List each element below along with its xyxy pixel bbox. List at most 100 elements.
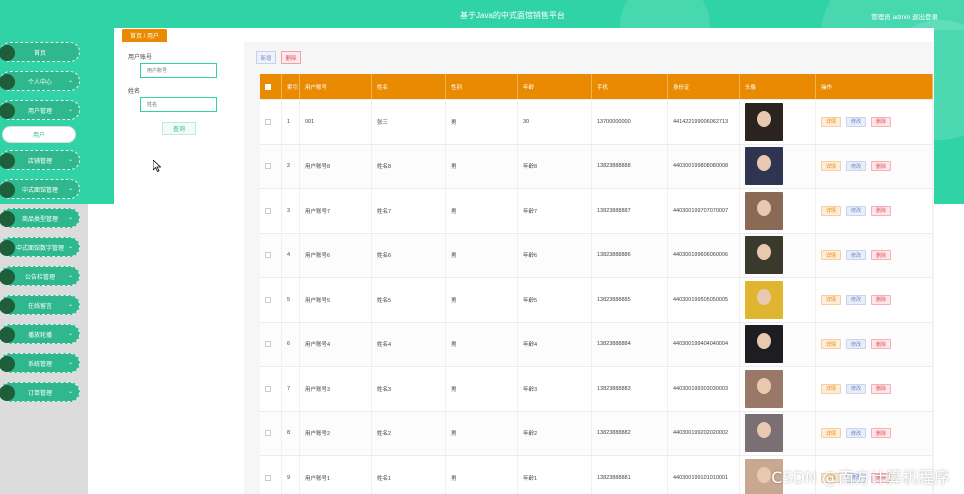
header-cell-select: [260, 74, 282, 99]
select-all-checkbox[interactable]: [265, 83, 271, 90]
row-checkbox[interactable]: [265, 385, 271, 392]
menu-bullet-icon: [0, 298, 15, 314]
delete-button[interactable]: 删除: [871, 294, 892, 305]
add-button[interactable]: 新增: [256, 51, 276, 64]
actions-cell: 详情 修改 删除: [816, 322, 933, 366]
detail-button[interactable]: 详情: [821, 116, 842, 127]
column-header[interactable]: 操作: [816, 74, 933, 99]
row-select-cell: [260, 189, 282, 233]
edit-button[interactable]: 修改: [846, 428, 867, 439]
avatar: [745, 369, 783, 408]
name-label: 姓名: [128, 89, 141, 95]
edit-button[interactable]: 修改: [846, 205, 867, 216]
avatar-cell: [740, 367, 816, 411]
column-header[interactable]: 头像: [740, 74, 816, 99]
batch-delete-button[interactable]: 删除: [281, 51, 301, 64]
sidebar-item-3[interactable]: 用户: [2, 126, 76, 143]
header-decoration: [620, 0, 710, 30]
delete-button[interactable]: 删除: [871, 161, 892, 172]
actions-cell: 详情 修改 删除: [816, 367, 933, 411]
cell-index: 6: [282, 322, 300, 366]
sidebar-item-8[interactable]: 公告栏管理 ⌄: [0, 266, 80, 286]
cell-name: 张三: [372, 100, 446, 144]
chevron-down-icon: ⌄: [67, 244, 73, 250]
cell-name: 姓名1: [372, 456, 446, 494]
delete-button[interactable]: 删除: [871, 116, 892, 127]
menu-bullet-icon: [0, 356, 15, 372]
detail-button[interactable]: 详情: [821, 294, 842, 305]
row-checkbox[interactable]: [265, 118, 271, 125]
row-checkbox[interactable]: [265, 430, 271, 437]
detail-button[interactable]: 详情: [821, 383, 842, 394]
column-header[interactable]: 年龄: [518, 74, 592, 99]
cell-phone: 13823888887: [592, 189, 668, 233]
cell-id-card: 440300199707070007: [668, 189, 740, 233]
delete-button[interactable]: 删除: [871, 383, 892, 394]
query-button[interactable]: 查询: [162, 122, 196, 135]
detail-button[interactable]: 详情: [821, 205, 842, 216]
account-search-input[interactable]: [140, 63, 217, 78]
sidebar-item-9[interactable]: 在线留言 ⌄: [0, 295, 80, 315]
delete-button[interactable]: 删除: [871, 205, 892, 216]
detail-button[interactable]: 详情: [821, 161, 842, 172]
sidebar-item-7[interactable]: 中式面馆数字管理 ⌄: [0, 237, 80, 257]
column-header[interactable]: 用户账号: [300, 74, 372, 99]
row-checkbox[interactable]: [265, 296, 271, 303]
column-header[interactable]: 姓名: [372, 74, 446, 99]
row-checkbox[interactable]: [265, 207, 271, 214]
cell-age: 年龄5: [518, 278, 592, 322]
detail-button[interactable]: 详情: [821, 339, 842, 350]
edit-button[interactable]: 修改: [846, 161, 867, 172]
edit-button[interactable]: 修改: [846, 339, 867, 350]
row-checkbox[interactable]: [265, 252, 271, 259]
row-checkbox[interactable]: [265, 341, 271, 348]
cell-id-card: 440300199404040004: [668, 322, 740, 366]
sidebar-item-12[interactable]: 订单管理 ⌄: [0, 382, 80, 402]
row-checkbox[interactable]: [265, 474, 271, 481]
cell-index: 7: [282, 367, 300, 411]
cell-phone: 13823888885: [592, 278, 668, 322]
cell-name: 姓名3: [372, 367, 446, 411]
sidebar-item-5[interactable]: 中式面馆管理 ⌄: [0, 179, 80, 199]
row-select-cell: [260, 367, 282, 411]
table-row: 6 用户账号4 姓名4 男年龄4 13823888884 4403001994040400…: [260, 322, 933, 367]
chevron-down-icon: ⌄: [67, 302, 73, 308]
column-header[interactable]: 身份证: [668, 74, 740, 99]
delete-button[interactable]: 删除: [871, 339, 892, 350]
name-search-input[interactable]: [140, 97, 217, 112]
edit-button[interactable]: 修改: [846, 294, 867, 305]
row-select-cell: [260, 278, 282, 322]
sidebar-item-0[interactable]: 首页: [0, 42, 80, 62]
delete-button[interactable]: 删除: [871, 250, 892, 261]
table-row: 7 用户账号3 姓名3 男年龄3 13823888883 4403001993030300…: [260, 367, 933, 412]
column-header[interactable]: 索引: [282, 74, 300, 99]
sidebar-item-11[interactable]: 系统管理 ⌄: [0, 353, 80, 373]
edit-button[interactable]: 修改: [846, 383, 867, 394]
sidebar-item-6[interactable]: 商品类型管理 ⌄: [0, 208, 80, 228]
cell-age: 年龄2: [518, 411, 592, 455]
table-row: 1 001 张三男 30 13700000000 441422199006062713 详情…: [260, 100, 933, 145]
sidebar-item-label: 用户管理: [27, 108, 52, 115]
avatar-cell: [740, 411, 816, 455]
avatar-face: [757, 110, 771, 127]
breadcrumb[interactable]: 首页 / 用户: [122, 29, 168, 42]
edit-button[interactable]: 修改: [846, 116, 867, 127]
edit-button[interactable]: 修改: [846, 250, 867, 261]
column-header[interactable]: 性别: [446, 74, 518, 99]
menu-bullet-icon: [0, 211, 15, 227]
avatar-cell: [740, 144, 816, 188]
row-checkbox[interactable]: [265, 163, 271, 170]
avatar-face: [757, 422, 771, 439]
sidebar-item-1[interactable]: 个人中心 ⌄: [0, 71, 80, 91]
admin-logout-link[interactable]: 管理员 admin 退出登录: [871, 11, 938, 21]
delete-button[interactable]: 删除: [871, 428, 892, 439]
actions-cell: 详情 修改 删除: [816, 278, 933, 322]
sidebar-item-10[interactable]: 播放轮播 ⌄: [0, 324, 80, 344]
sidebar-item-4[interactable]: 店铺管理 ⌄: [0, 150, 80, 170]
detail-button[interactable]: 详情: [821, 428, 842, 439]
actions-cell: 详情 修改 删除: [816, 233, 933, 277]
detail-button[interactable]: 详情: [821, 250, 842, 261]
sidebar-item-2[interactable]: 用户管理 ⌄: [0, 100, 80, 120]
cell-gender: 男: [446, 322, 518, 366]
column-header[interactable]: 手机: [592, 74, 668, 99]
